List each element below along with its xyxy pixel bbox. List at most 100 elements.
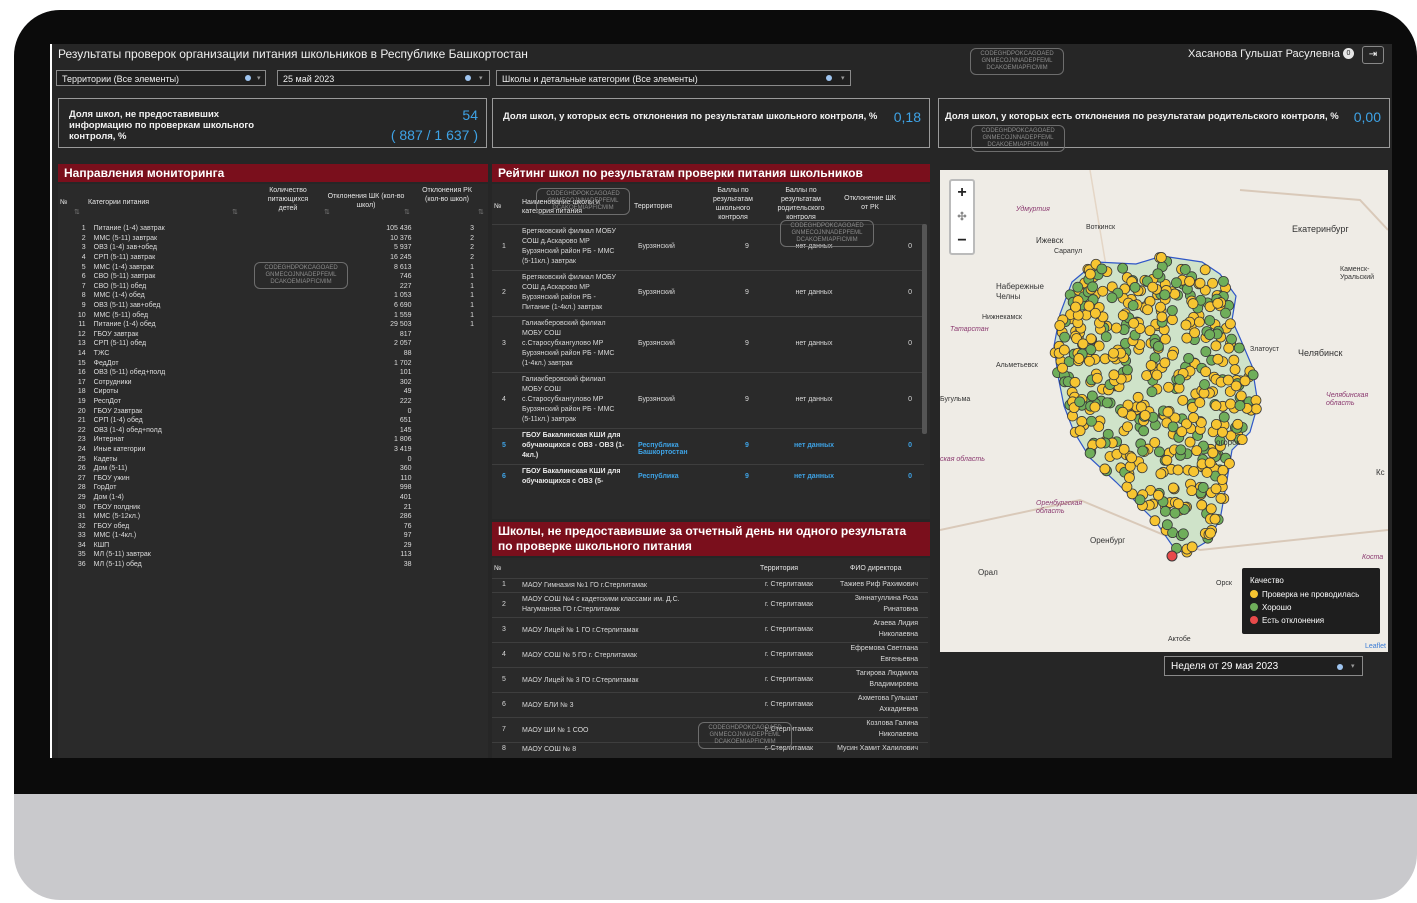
col-header-no[interactable]: № bbox=[494, 202, 502, 211]
table-row[interactable]: 13 СРП (5-11) обед 2 057 bbox=[58, 339, 476, 349]
school-marker[interactable] bbox=[1132, 391, 1144, 403]
table-row[interactable]: 26 Дом (5-11) 360 bbox=[58, 464, 476, 474]
logout-icon[interactable]: ⇥ bbox=[1362, 46, 1384, 64]
school-marker[interactable] bbox=[1074, 425, 1086, 437]
table-row[interactable]: 36 МЛ (5-11) обед 38 bbox=[58, 560, 476, 570]
school-marker[interactable] bbox=[1179, 264, 1191, 275]
col-header-territory[interactable]: Территория bbox=[760, 564, 798, 573]
school-marker[interactable] bbox=[1210, 400, 1222, 412]
table-row[interactable]: 18 Сироты 49 bbox=[58, 387, 476, 397]
school-marker[interactable] bbox=[1183, 352, 1195, 364]
col-header-director[interactable]: ФИО директора bbox=[850, 564, 901, 573]
school-marker[interactable] bbox=[1217, 426, 1228, 438]
school-marker[interactable] bbox=[1058, 344, 1070, 356]
territory-filter[interactable]: Территории (Все элементы) ▾ bbox=[56, 70, 266, 86]
school-marker[interactable] bbox=[1099, 463, 1111, 475]
school-marker[interactable] bbox=[1210, 483, 1222, 495]
school-marker[interactable] bbox=[1175, 444, 1187, 456]
school-marker[interactable] bbox=[1054, 320, 1066, 331]
chevron-down-icon[interactable]: ▾ bbox=[1351, 657, 1355, 677]
school-marker[interactable] bbox=[1216, 474, 1228, 486]
school-marker[interactable] bbox=[1199, 264, 1211, 276]
school-marker[interactable] bbox=[1194, 316, 1205, 328]
zoom-control[interactable]: + ✣ − bbox=[949, 179, 975, 255]
table-row[interactable]: 35 МЛ (5-11) завтрак 113 bbox=[58, 550, 476, 560]
school-marker[interactable] bbox=[1153, 340, 1164, 352]
col-header-category[interactable]: Категории питания bbox=[88, 198, 149, 207]
school-marker[interactable] bbox=[1171, 277, 1182, 289]
sort-icon[interactable]: ⇅ bbox=[478, 208, 484, 216]
table-row[interactable]: 12 ГБОУ завтрак 817 bbox=[58, 330, 476, 340]
table-row[interactable]: 1 Питание (1-4) завтрак 105 436 3 bbox=[58, 224, 476, 234]
school-marker[interactable] bbox=[1167, 349, 1178, 361]
school-marker[interactable] bbox=[1073, 353, 1085, 364]
school-marker[interactable] bbox=[1127, 300, 1139, 311]
table-row[interactable]: 4 МАОУ СОШ № 5 ГО г. Стерлитамак г. Стерли… bbox=[492, 642, 928, 668]
table-row[interactable]: 2 ММС (5-11) завтрак 10 376 2 bbox=[58, 234, 476, 244]
table-row[interactable]: 34 КШП 29 bbox=[58, 541, 476, 551]
chevron-down-icon[interactable]: ▾ bbox=[841, 71, 845, 87]
table-row[interactable]: 3 ОВЗ (1-4) зав+обед 5 937 2 bbox=[58, 243, 476, 253]
school-marker[interactable] bbox=[1167, 482, 1179, 494]
school-marker[interactable] bbox=[1108, 347, 1119, 359]
school-marker[interactable] bbox=[1100, 331, 1112, 343]
school-marker[interactable] bbox=[1124, 472, 1135, 483]
school-marker[interactable] bbox=[1137, 445, 1148, 457]
school-marker[interactable] bbox=[1086, 415, 1097, 427]
school-marker[interactable] bbox=[1188, 466, 1200, 477]
school-marker[interactable] bbox=[1223, 342, 1235, 354]
school-marker[interactable] bbox=[1204, 457, 1216, 469]
table-row[interactable]: 19 РеспДот 222 bbox=[58, 397, 476, 407]
table-row[interactable]: 9 ОВЗ (5-11) зав+обед 6 690 1 bbox=[58, 301, 476, 311]
col-header-count[interactable]: Количество питающихся детей bbox=[258, 186, 318, 213]
pan-icon[interactable]: ✣ bbox=[951, 205, 973, 229]
school-marker[interactable] bbox=[1184, 275, 1195, 287]
school-marker[interactable] bbox=[1222, 374, 1234, 386]
school-marker[interactable] bbox=[1091, 372, 1103, 384]
table-row[interactable]: 14 ТЖС 88 bbox=[58, 349, 476, 359]
school-marker[interactable] bbox=[1234, 400, 1246, 411]
school-marker[interactable] bbox=[1205, 527, 1216, 539]
school-marker[interactable] bbox=[1199, 379, 1210, 390]
table-row[interactable]: 23 Интернат 1 806 bbox=[58, 435, 476, 445]
school-marker[interactable] bbox=[1186, 485, 1198, 497]
col-header-no[interactable]: № bbox=[60, 198, 68, 207]
table-row[interactable]: 2 Бретяковский филиал МОБУ СОШ д.Аскарово … bbox=[492, 270, 924, 317]
scrollbar[interactable] bbox=[922, 224, 927, 434]
school-marker[interactable] bbox=[1084, 447, 1096, 459]
sort-icon[interactable]: ⇅ bbox=[404, 208, 410, 216]
col-header-shk[interactable]: Отклонения ШК (кол-во школ) bbox=[326, 192, 406, 210]
school-marker[interactable] bbox=[1161, 519, 1173, 531]
school-marker[interactable] bbox=[1155, 301, 1166, 313]
school-marker[interactable] bbox=[1057, 362, 1068, 374]
school-marker[interactable] bbox=[1200, 366, 1212, 378]
week-filter[interactable]: Неделя от 29 мая 2023 ▾ bbox=[1164, 656, 1363, 676]
school-marker[interactable] bbox=[1204, 315, 1216, 326]
table-row[interactable]: 5 ГБОУ Бакалинская КШИ для обучающихся с О… bbox=[492, 428, 924, 465]
school-marker[interactable] bbox=[1084, 355, 1095, 367]
school-marker[interactable] bbox=[1077, 338, 1089, 350]
notification-badge[interactable]: 0 bbox=[1343, 48, 1354, 59]
col-header-shk-score[interactable]: Баллы по результатам школьного контроля bbox=[704, 186, 762, 222]
school-marker[interactable] bbox=[1134, 494, 1146, 506]
table-row[interactable]: 33 ММС (1-4кл.) 97 bbox=[58, 531, 476, 541]
school-marker[interactable] bbox=[1074, 396, 1086, 408]
school-marker[interactable] bbox=[1205, 503, 1217, 515]
school-marker[interactable] bbox=[1142, 304, 1153, 316]
school-marker[interactable] bbox=[1194, 397, 1206, 408]
school-marker[interactable] bbox=[1138, 425, 1150, 437]
school-marker[interactable] bbox=[1126, 452, 1138, 464]
school-marker[interactable] bbox=[1220, 307, 1231, 319]
school-marker[interactable] bbox=[1225, 398, 1236, 410]
school-marker[interactable] bbox=[1076, 416, 1088, 427]
school-marker[interactable] bbox=[1149, 437, 1161, 448]
sort-icon[interactable]: ⇅ bbox=[74, 208, 80, 216]
school-marker[interactable] bbox=[1163, 381, 1174, 393]
table-row[interactable]: 30 ГБОУ полдник 21 bbox=[58, 502, 476, 512]
school-marker[interactable] bbox=[1155, 252, 1167, 263]
table-row[interactable]: 17 Сотрудники 302 bbox=[58, 378, 476, 388]
school-marker[interactable] bbox=[1070, 301, 1082, 313]
school-marker[interactable] bbox=[1096, 263, 1108, 275]
sort-icon[interactable]: ⇅ bbox=[324, 208, 330, 216]
table-row[interactable]: 24 Иные категории 3 419 bbox=[58, 445, 476, 455]
